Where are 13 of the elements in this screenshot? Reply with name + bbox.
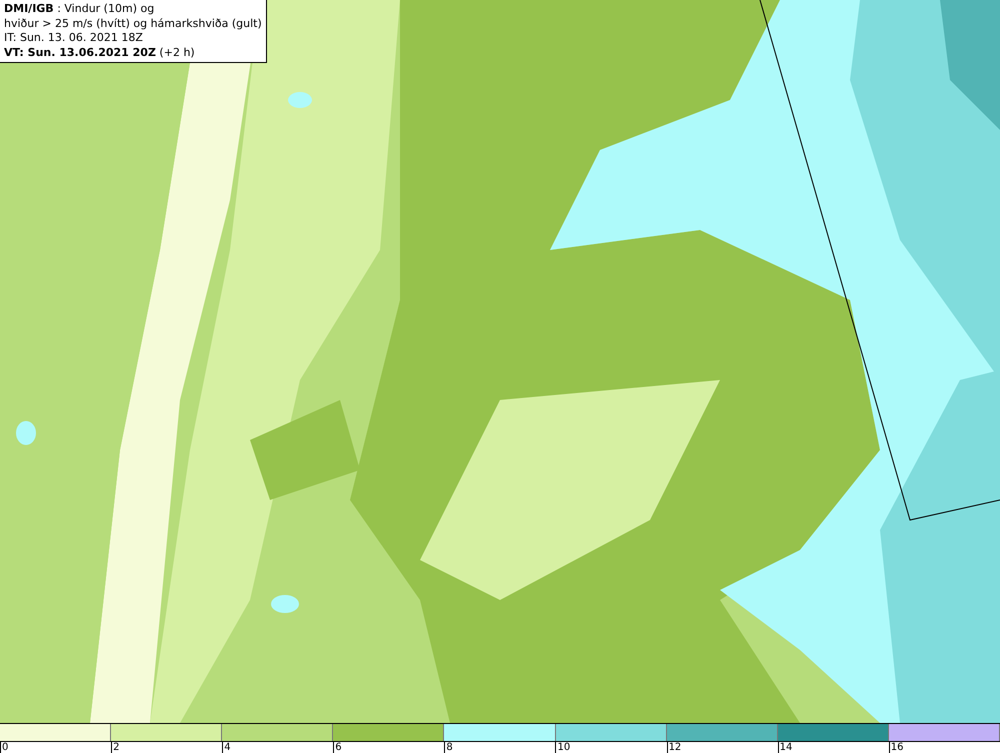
title-line: IT: Sun. 13. 06. 2021 18Z [4,31,144,46]
legend-tick-label: 12 [666,742,778,753]
legend-tick-label: 0 [0,742,112,753]
legend-tick-label: 4 [222,742,334,753]
legend-tick-label: 6 [333,742,444,753]
legend-tick-label: 14 [778,742,889,753]
legend-tick-label: 2 [111,742,222,753]
title-line: hviður > 25 m/s (hvítt) og hámarkshviða (gult) [4,16,262,31]
title-line: VT: Sun. 13.06.2021 20Z (+2 h) [4,46,196,60]
title-line: DMI/IGB : Vindur (10m) og [4,2,156,16]
legend-tick-label: 8 [444,742,556,753]
legend-tick-label: 16 [888,742,1000,753]
legend-tick-label: 10 [555,742,667,753]
